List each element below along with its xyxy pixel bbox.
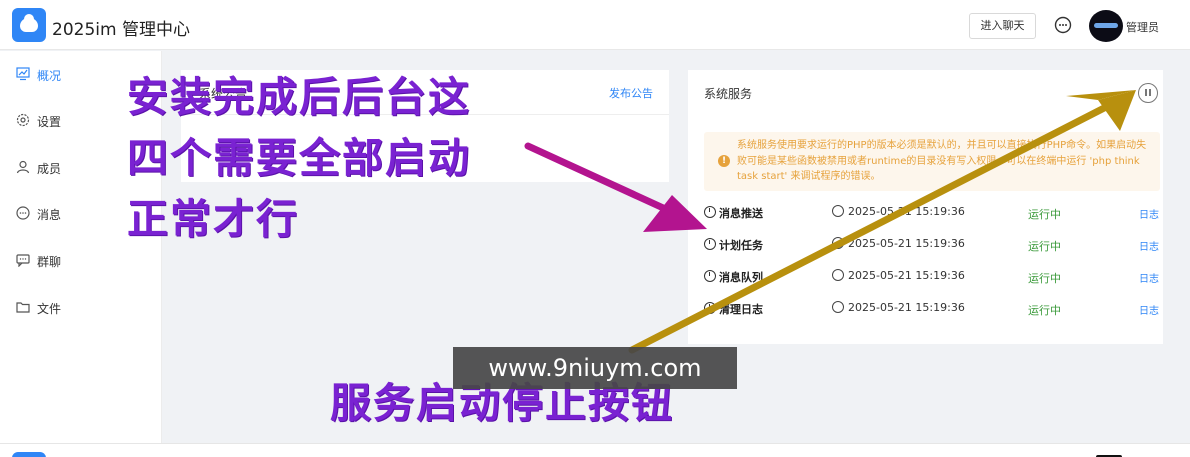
dashboard-icon — [16, 67, 30, 81]
sidebar-item-files[interactable]: 文件 — [0, 288, 162, 328]
log-link[interactable]: 日志 — [1139, 302, 1159, 317]
watermark: www.9niuym.com — [453, 347, 737, 389]
table-row: 消息推送 2025-05-21 15:19:36 运行中 日志 — [688, 197, 1163, 229]
stopwatch-icon — [704, 206, 716, 218]
sidebar-item-label: 成员 — [37, 162, 62, 176]
top-header: 2025im 管理中心 进入聊天 管理员 — [0, 0, 1190, 50]
sidebar-item-overview[interactable]: 概况 — [0, 55, 162, 95]
alarm-clock-icon — [832, 237, 844, 249]
service-name: 清理日志 — [719, 303, 763, 316]
enter-chat-button[interactable]: 进入聊天 — [969, 13, 1036, 39]
message-icon — [16, 206, 30, 220]
sidebar-item-messages[interactable]: 消息 — [0, 194, 162, 234]
gear-icon — [16, 113, 30, 127]
service-time: 2025-05-21 15:19:36 — [848, 237, 965, 250]
status-badge: 运行中 — [1028, 240, 1061, 253]
stopwatch-icon — [704, 270, 716, 282]
sidebar-item-members[interactable]: 成员 — [0, 148, 162, 188]
admin-page: 2025im 管理中心 进入聊天 管理员 概况 设置 成员 消息 群聊 文件 系… — [0, 0, 1190, 457]
admin-name[interactable]: 管理员 — [1126, 19, 1159, 35]
app-logo-icon[interactable] — [12, 8, 46, 42]
sidebar-item-label: 设置 — [37, 115, 62, 129]
service-name: 消息推送 — [719, 207, 763, 220]
service-name: 消息队列 — [719, 271, 763, 284]
group-chat-icon — [16, 254, 30, 267]
table-row: 清理日志 2025-05-21 15:19:36 运行中 日志 — [688, 293, 1163, 325]
user-icon — [16, 160, 30, 174]
app-logo-icon — [12, 452, 46, 457]
system-services-card: 系统服务 ! 系统服务使用要求运行的PHP的版本必须是默认的，并且可以直接执行P… — [688, 70, 1163, 344]
table-row: 计划任务 2025-05-21 15:19:36 运行中 日志 — [688, 229, 1163, 261]
sidebar-item-label: 概况 — [37, 69, 62, 83]
bottom-strip — [0, 443, 1190, 457]
sidebar: 概况 设置 成员 消息 群聊 文件 — [0, 51, 162, 457]
log-link[interactable]: 日志 — [1139, 206, 1159, 221]
app-title: 2025im 管理中心 — [52, 20, 190, 40]
status-badge: 运行中 — [1028, 304, 1061, 317]
table-row: 消息队列 2025-05-21 15:19:36 运行中 日志 — [688, 261, 1163, 293]
sidebar-item-settings[interactable]: 设置 — [0, 101, 162, 141]
log-link[interactable]: 日志 — [1139, 270, 1159, 285]
sidebar-item-group-chat[interactable]: 群聊 — [0, 241, 162, 281]
alarm-clock-icon — [832, 269, 844, 281]
announcement-card: 系统公告 发布公告 — [181, 70, 669, 182]
service-time: 2025-05-21 15:19:36 — [848, 301, 965, 314]
folder-icon — [16, 302, 30, 313]
sidebar-item-label: 群聊 — [37, 255, 62, 269]
publish-announcement-link[interactable]: 发布公告 — [609, 85, 653, 101]
service-name: 计划任务 — [719, 239, 763, 252]
pause-services-button[interactable] — [1138, 83, 1158, 103]
notice-text: 系统服务使用要求运行的PHP的版本必须是默认的，并且可以直接执行PHP命令。如果… — [737, 140, 1147, 182]
sidebar-item-label: 文件 — [37, 302, 62, 316]
stopwatch-icon — [704, 302, 716, 314]
stopwatch-icon — [704, 238, 716, 250]
alarm-clock-icon — [832, 301, 844, 313]
service-time: 2025-05-21 15:19:36 — [848, 269, 965, 282]
announcement-title: 系统公告 — [199, 87, 248, 101]
warning-notice: ! 系统服务使用要求运行的PHP的版本必须是默认的，并且可以直接执行PHP命令。… — [704, 132, 1160, 191]
alarm-clock-icon — [832, 205, 844, 217]
divider — [181, 114, 669, 115]
annotation-bottom: 服务启动停止按钮 — [330, 379, 674, 427]
chat-bubble-icon[interactable] — [1054, 16, 1072, 34]
avatar[interactable] — [1089, 10, 1123, 42]
services-title: 系统服务 — [704, 87, 753, 101]
service-time: 2025-05-21 15:19:36 — [848, 205, 965, 218]
log-link[interactable]: 日志 — [1139, 238, 1159, 253]
status-badge: 运行中 — [1028, 208, 1061, 221]
sidebar-item-label: 消息 — [37, 208, 62, 222]
warning-icon: ! — [718, 155, 730, 167]
status-badge: 运行中 — [1028, 272, 1061, 285]
